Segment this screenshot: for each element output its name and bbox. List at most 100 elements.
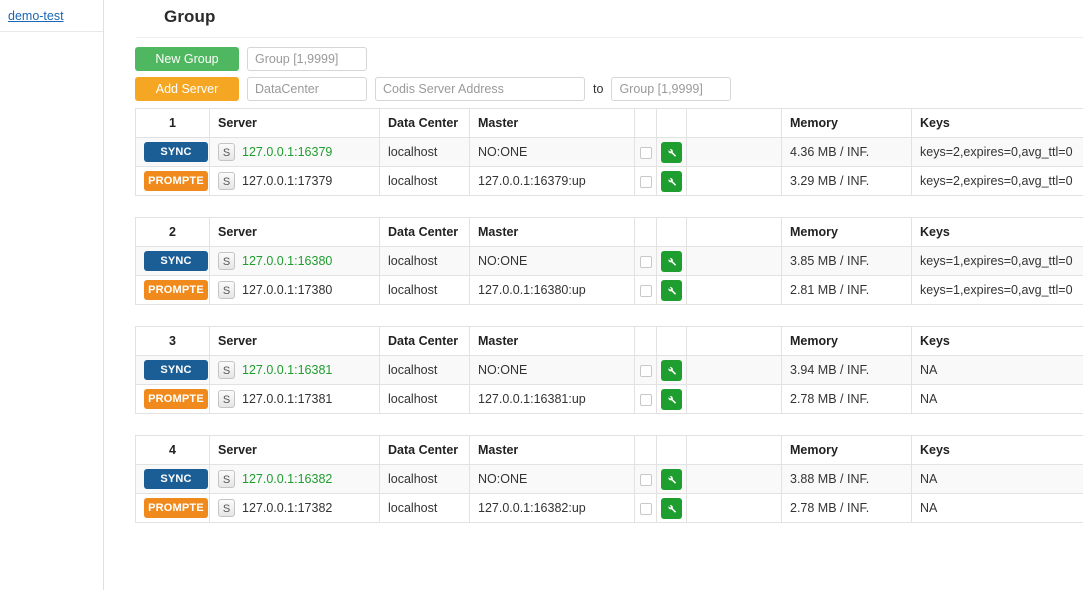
row-action-cell bbox=[656, 355, 687, 385]
sidebar-item-demo-test[interactable]: demo-test bbox=[8, 9, 64, 23]
row-checkbox[interactable] bbox=[639, 146, 652, 159]
table-header-row: 4 Server Data Center Master Memory Keys bbox=[135, 435, 1083, 465]
server-address[interactable]: 127.0.0.1:17382 bbox=[242, 501, 332, 515]
server-role-badge[interactable]: PROMPTE bbox=[144, 389, 208, 409]
row-select-cell bbox=[634, 464, 657, 494]
master-cell: 127.0.0.1:16380:up bbox=[469, 275, 635, 305]
server-role-badge[interactable]: PROMPTE bbox=[144, 171, 208, 191]
new-group-button[interactable]: New Group bbox=[135, 47, 239, 71]
keys-cell: NA bbox=[911, 384, 1083, 414]
row-checkbox[interactable] bbox=[639, 284, 652, 297]
server-address[interactable]: 127.0.0.1:16381 bbox=[242, 363, 332, 377]
group-table: 2 Server Data Center Master Memory Keys SYNC S 1… bbox=[135, 217, 1083, 305]
wrench-icon[interactable] bbox=[661, 497, 682, 519]
server-role-badge[interactable]: SYNC bbox=[144, 360, 208, 380]
server-role-badge[interactable]: PROMPTE bbox=[144, 280, 208, 300]
row-action-cell bbox=[656, 493, 687, 523]
spacer-cell bbox=[686, 493, 782, 523]
server-role-badge[interactable]: PROMPTE bbox=[144, 498, 208, 518]
column-header-data-center: Data Center bbox=[379, 217, 470, 247]
row-select-cell bbox=[634, 246, 657, 276]
row-select-cell bbox=[634, 384, 657, 414]
table-header-row: 3 Server Data Center Master Memory Keys bbox=[135, 326, 1083, 356]
table-row: SYNC S 127.0.0.1:16381 localhost NO:ONE 3.94 … bbox=[135, 355, 1083, 385]
page-root: demo-test Group New Group Add Server to … bbox=[0, 0, 1083, 599]
slave-tag-button[interactable]: S bbox=[218, 143, 235, 161]
master-cell: NO:ONE bbox=[469, 464, 635, 494]
server-address[interactable]: 127.0.0.1:17379 bbox=[242, 174, 332, 188]
column-header-memory: Memory bbox=[781, 108, 912, 138]
add-server-button[interactable]: Add Server bbox=[135, 77, 239, 101]
server-role-badge[interactable]: SYNC bbox=[144, 469, 208, 489]
column-header-select bbox=[634, 217, 657, 247]
row-checkbox[interactable] bbox=[639, 502, 652, 515]
server-role-cell: SYNC bbox=[135, 137, 210, 167]
server-address[interactable]: 127.0.0.1:17381 bbox=[242, 392, 332, 406]
server-address[interactable]: 127.0.0.1:16382 bbox=[242, 472, 332, 486]
server-role-cell: PROMPTE bbox=[135, 384, 210, 414]
server-role-cell: PROMPTE bbox=[135, 166, 210, 196]
keys-cell: keys=2,expires=0,avg_ttl=0 bbox=[911, 137, 1083, 167]
to-label: to bbox=[593, 82, 604, 96]
wrench-icon[interactable] bbox=[661, 359, 682, 381]
row-action-cell bbox=[656, 464, 687, 494]
row-checkbox[interactable] bbox=[639, 364, 652, 377]
memory-cell: 3.29 MB / INF. bbox=[781, 166, 912, 196]
server-cell: S 127.0.0.1:17379 bbox=[209, 166, 380, 196]
spacer-cell bbox=[686, 137, 782, 167]
server-role-badge[interactable]: SYNC bbox=[144, 142, 208, 162]
wrench-icon[interactable] bbox=[661, 279, 682, 301]
main-content: Group New Group Add Server to 1ServerDat… bbox=[104, 0, 1083, 599]
memory-cell: 2.81 MB / INF. bbox=[781, 275, 912, 305]
column-header-memory: Memory bbox=[781, 217, 912, 247]
column-header-spacer bbox=[686, 217, 782, 247]
server-address[interactable]: 127.0.0.1:17380 bbox=[242, 283, 332, 297]
new-group-input[interactable] bbox=[247, 47, 367, 71]
wrench-icon[interactable] bbox=[661, 141, 682, 163]
column-header-select bbox=[634, 108, 657, 138]
server-role-badge[interactable]: SYNC bbox=[144, 251, 208, 271]
server-address[interactable]: 127.0.0.1:16380 bbox=[242, 254, 332, 268]
column-header-keys: Keys bbox=[911, 326, 1083, 356]
keys-cell: keys=1,expires=0,avg_ttl=0 bbox=[911, 275, 1083, 305]
slave-tag-button[interactable]: S bbox=[218, 361, 235, 379]
slave-tag-button[interactable]: S bbox=[218, 390, 235, 408]
slave-tag-button[interactable]: S bbox=[218, 281, 235, 299]
row-select-cell bbox=[634, 137, 657, 167]
group-block: 1 Server Data Center Master Memory Keys SYNC S 1… bbox=[135, 108, 1083, 196]
server-cell: S 127.0.0.1:16379 bbox=[209, 137, 380, 167]
column-header-memory: Memory bbox=[781, 326, 912, 356]
wrench-icon[interactable] bbox=[661, 170, 682, 192]
page-title: Group bbox=[164, 7, 216, 26]
data-center-cell: localhost bbox=[379, 355, 470, 385]
data-center-cell: localhost bbox=[379, 166, 470, 196]
server-address-input[interactable] bbox=[375, 77, 585, 101]
row-checkbox[interactable] bbox=[639, 175, 652, 188]
table-header-row: 1 Server Data Center Master Memory Keys bbox=[135, 108, 1083, 138]
table-row: PROMPTE S 127.0.0.1:17379 localhost 127.0.0.… bbox=[135, 166, 1083, 196]
row-checkbox[interactable] bbox=[639, 255, 652, 268]
target-group-input[interactable] bbox=[611, 77, 732, 101]
server-cell: S 127.0.0.1:16380 bbox=[209, 246, 380, 276]
slave-tag-button[interactable]: S bbox=[218, 499, 235, 517]
datacenter-input[interactable] bbox=[247, 77, 367, 101]
wrench-icon[interactable] bbox=[661, 468, 682, 490]
row-checkbox[interactable] bbox=[639, 473, 652, 486]
master-cell: 127.0.0.1:16382:up bbox=[469, 493, 635, 523]
server-cell: S 127.0.0.1:16381 bbox=[209, 355, 380, 385]
server-address[interactable]: 127.0.0.1:16379 bbox=[242, 145, 332, 159]
wrench-icon[interactable] bbox=[661, 388, 682, 410]
slave-tag-button[interactable]: S bbox=[218, 172, 235, 190]
wrench-icon[interactable] bbox=[661, 250, 682, 272]
column-header-data-center: Data Center bbox=[379, 435, 470, 465]
row-checkbox[interactable] bbox=[639, 393, 652, 406]
table-row: SYNC S 127.0.0.1:16379 localhost NO:ONE 4.36 … bbox=[135, 137, 1083, 167]
slave-tag-button[interactable]: S bbox=[218, 252, 235, 270]
spacer-cell bbox=[686, 246, 782, 276]
group-id-header: 2 bbox=[135, 217, 210, 247]
server-cell: S 127.0.0.1:16382 bbox=[209, 464, 380, 494]
slave-tag-button[interactable]: S bbox=[218, 470, 235, 488]
master-cell: NO:ONE bbox=[469, 355, 635, 385]
data-center-cell: localhost bbox=[379, 246, 470, 276]
column-header-master: Master bbox=[469, 108, 635, 138]
